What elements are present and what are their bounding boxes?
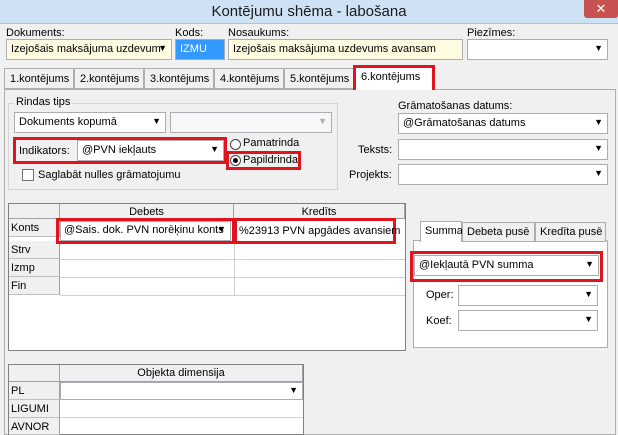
summa-value: @Iekļautā PVN summa (419, 259, 534, 271)
dim-row-ligumi-label: LIGUMI (9, 400, 60, 418)
saglabat-nulles-label: Saglabāt nulles grāmatojumu (38, 169, 181, 181)
chevron-down-icon[interactable]: ▼ (594, 117, 603, 127)
tab-5[interactable]: 5.kontējums (284, 68, 354, 89)
window-title: Kontējumu shēma - labošana (211, 3, 407, 20)
dokuments-combo[interactable]: Izejošais maksājuma uzdevum ▼ (6, 39, 172, 60)
summa-combo[interactable]: @Iekļautā PVN summa ▼ (414, 255, 599, 276)
grid-line (60, 295, 405, 296)
row-fin-label: Fin (9, 277, 60, 295)
gramatosanas-datums-value: @Grāmatošanas datums (403, 117, 526, 129)
gramatosanas-datums-combo[interactable]: @Grāmatošanas datums ▼ (398, 113, 608, 134)
chevron-down-icon[interactable]: ▼ (289, 385, 298, 395)
projekts-combo[interactable]: ▼ (398, 164, 608, 185)
projekts-label: Projekts: (349, 169, 392, 181)
chevron-down-icon[interactable]: ▼ (594, 168, 603, 178)
indikators-label: Indikators: (19, 145, 70, 157)
tab-3[interactable]: 3.kontējums (144, 68, 214, 89)
radio-pamatrinda[interactable] (230, 139, 241, 150)
chevron-down-icon[interactable]: ▼ (217, 224, 226, 234)
saglabat-nulles-checkbox[interactable] (22, 169, 34, 181)
grid-corner (9, 204, 60, 219)
nosaukums-label: Nosaukums: (228, 27, 290, 39)
dim-pl-combo[interactable]: ▼ (60, 382, 303, 400)
gramatosanas-datums-label: Grāmatošanas datums: (398, 100, 513, 112)
kods-input[interactable]: IZMU (175, 39, 225, 60)
title-bar: Kontējumu shēma - labošana (0, 0, 618, 24)
dim-avnor-cell[interactable] (60, 418, 303, 435)
row-konts-label: Konts (9, 219, 60, 237)
oper-combo[interactable]: ▼ (458, 285, 598, 306)
debets-konts-combo[interactable]: @Sais. dok. PVN norēķinu konts ▼ (60, 221, 231, 241)
dokuments-value: Izejošais maksājuma uzdevum (11, 43, 161, 55)
grid-line (60, 277, 405, 278)
close-button[interactable]: ✕ (584, 0, 618, 18)
rindas-type-combo[interactable]: Dokuments kopumā ▼ (14, 112, 166, 133)
oper-label: Oper: (426, 289, 454, 301)
col-debets-header: Debets (60, 204, 234, 219)
close-icon: ✕ (595, 1, 607, 16)
teksts-label: Teksts: (358, 144, 393, 156)
chevron-down-icon[interactable]: ▼ (584, 289, 593, 299)
koef-combo[interactable]: ▼ (458, 310, 598, 331)
indikators-combo[interactable]: @PVN iekļauts ▼ (77, 140, 224, 161)
dim-grid-corner (9, 365, 60, 382)
col-kredits-header: Kredīts (234, 204, 405, 219)
chevron-down-icon[interactable]: ▼ (584, 314, 593, 324)
dim-row-pl-label: PL (9, 382, 60, 400)
chevron-down-icon[interactable]: ▼ (585, 259, 594, 269)
rindas-type2-combo[interactable]: ▼ (170, 112, 332, 133)
tab-4[interactable]: 4.kontējums (214, 68, 284, 89)
chevron-down-icon[interactable]: ▼ (318, 116, 327, 126)
chevron-down-icon[interactable]: ▼ (152, 116, 161, 126)
chevron-down-icon[interactable]: ▼ (158, 43, 167, 53)
indikators-value: @PVN iekļauts (82, 144, 157, 156)
grid-line (60, 259, 405, 260)
tab-debeta-puse[interactable]: Debeta pusē (462, 222, 535, 242)
piezimes-label: Piezīmes: (467, 27, 516, 39)
tab-kredita-puse[interactable]: Kredīta pusē (535, 222, 606, 242)
row-strv-label: Strv (9, 241, 60, 259)
tab-1[interactable]: 1.kontējums (4, 68, 74, 89)
chevron-down-icon[interactable]: ▼ (594, 143, 603, 153)
radio-pamatrinda-label: Pamatrinda (243, 137, 300, 149)
debets-konts-value: @Sais. dok. PVN norēķinu konts (64, 224, 224, 236)
tab-summa[interactable]: Summa (420, 221, 463, 242)
teksts-combo[interactable]: ▼ (398, 139, 608, 160)
kods-label: Kods: (175, 27, 204, 39)
rindas-tips-label: Rindas tips (14, 96, 73, 108)
nosaukums-input[interactable]: Izejošais maksājuma uzdevums avansam (228, 39, 463, 60)
koef-label: Koef: (426, 315, 452, 327)
radio-papildrinda-label: Papildrinda (243, 154, 299, 166)
piezimes-combo[interactable]: ▼ (467, 39, 608, 60)
radio-papildrinda[interactable] (230, 155, 241, 166)
rindas-type-value: Dokuments kopumā (19, 116, 117, 128)
dim-header: Objekta dimensija (60, 365, 303, 382)
dokuments-label: Dokuments: (6, 27, 65, 39)
chevron-down-icon[interactable]: ▼ (210, 144, 219, 154)
grid-line (234, 241, 235, 296)
tab-6-active[interactable]: 6.kontējums (353, 65, 435, 90)
chevron-down-icon[interactable]: ▼ (594, 43, 603, 53)
tab-2[interactable]: 2.kontējums (74, 68, 144, 89)
dim-ligumi-cell[interactable] (60, 400, 303, 418)
kredits-konts-value[interactable]: %23913 PVN apgādes avansiem (239, 225, 400, 237)
dim-row-avnor-label: AVNOR (9, 418, 60, 435)
row-izmp-label: Izmp (9, 259, 60, 277)
